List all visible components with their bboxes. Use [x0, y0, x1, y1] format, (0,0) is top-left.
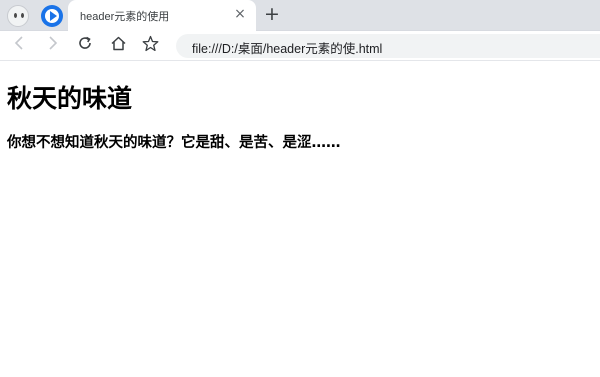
forward-button[interactable] — [42, 35, 62, 55]
tab-active[interactable]: header元素的使用 × — [68, 0, 256, 31]
address-url[interactable]: file:///D:/桌面/header元素的使.html — [192, 38, 382, 57]
profile-avatar-icon[interactable] — [7, 5, 29, 27]
page-heading: 秋天的味道 — [7, 84, 133, 113]
arrow-right-icon — [49, 36, 58, 50]
star-icon — [142, 35, 158, 52]
new-tab-button[interactable]: + — [262, 4, 282, 24]
page-subheading: 你想不想知道秋天的味道？它是甜、是苦、是涩…… — [7, 135, 341, 151]
toolbar: file:///D:/桌面/header元素的使.html — [0, 31, 600, 61]
favorite-button[interactable] — [140, 35, 160, 55]
arrow-left-icon — [14, 36, 23, 50]
address-bar[interactable]: file:///D:/桌面/header元素的使.html — [176, 34, 600, 58]
play-circle-icon[interactable] — [41, 5, 63, 27]
reload-button[interactable] — [75, 35, 95, 55]
reload-icon — [79, 36, 91, 49]
tab-strip: header元素的使用 × + — [0, 0, 600, 31]
back-button[interactable] — [10, 35, 30, 55]
home-icon — [110, 36, 126, 51]
page-content: 秋天的味道 你想不想知道秋天的味道？它是甜、是苦、是涩…… — [0, 61, 600, 377]
home-button[interactable] — [108, 35, 128, 55]
tab-close-button[interactable]: × — [232, 6, 248, 22]
tab-title: header元素的使用 — [80, 11, 170, 23]
